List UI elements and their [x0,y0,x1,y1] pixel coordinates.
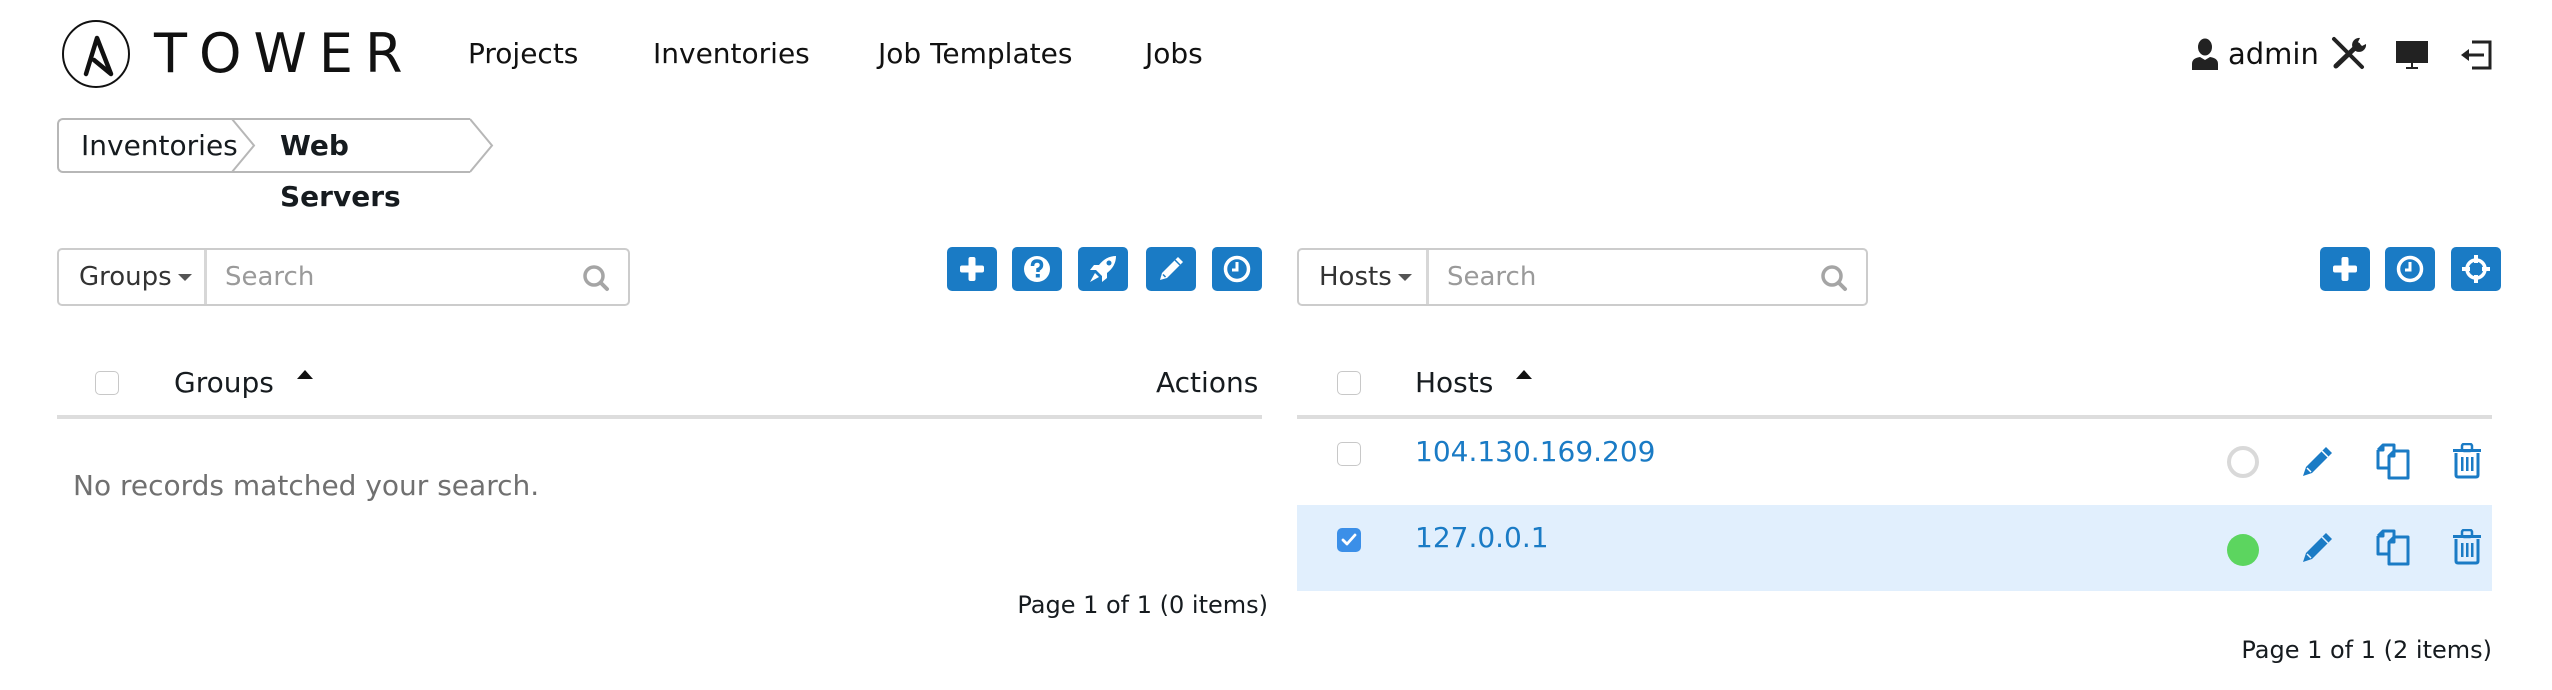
hosts-pagination: Page 1 of 1 (2 items) [2241,636,2492,664]
host-name-link[interactable]: 127.0.0.1 [1415,518,1549,558]
host-row-checkbox-checked[interactable] [1337,528,1361,552]
add-group-button[interactable] [947,247,997,291]
hosts-column-header[interactable]: Hosts [1415,363,1493,403]
wrench-screwdriver-icon[interactable] [2330,36,2368,74]
host-row: 104.130.169.209 [1297,419,2492,505]
breadcrumb-inventories[interactable]: Inventories [57,118,252,173]
clock-icon [2396,255,2424,283]
checkmark-icon [1341,533,1357,546]
host-row-checkbox[interactable] [1337,442,1361,466]
search-icon[interactable] [1820,264,1848,296]
breadcrumb-web-servers: Web Servers [252,118,470,213]
logo-icon[interactable] [62,20,130,88]
crosshairs-icon [2462,255,2490,283]
delete-host-icon[interactable] [2452,528,2482,569]
edit-group-button[interactable] [1146,247,1196,291]
nav-jobs[interactable]: Jobs [1145,34,1203,74]
groups-search-bar: Groups [57,248,630,306]
nav-projects[interactable]: Projects [468,34,578,74]
hosts-search-bar: Hosts [1297,248,1868,306]
groups-empty-message: No records matched your search. [73,469,540,502]
copy-host-icon[interactable] [2374,442,2412,484]
groups-search-input[interactable] [207,250,628,304]
plus-icon [2333,257,2357,281]
sort-ascending-icon[interactable] [297,370,313,379]
groups-pagination: Page 1 of 1 (0 items) [1017,591,1268,619]
plus-icon [960,257,984,281]
hosts-dropdown-label: Hosts [1319,262,1392,292]
user-icon[interactable] [2190,38,2220,74]
host-status-inactive-icon [2227,446,2259,478]
schedule-host-button[interactable] [2385,247,2435,291]
run-commands-button[interactable] [1078,247,1128,291]
chevron-down-icon [1397,274,1412,281]
groups-dropdown-label: Groups [79,262,172,292]
nav-inventories[interactable]: Inventories [653,34,810,74]
copy-host-icon[interactable] [2374,528,2412,570]
groups-column-header[interactable]: Groups [174,363,274,403]
pencil-icon [1160,257,1183,280]
add-host-button[interactable] [2320,247,2370,291]
brand-name: TOWER [154,22,415,85]
question-icon [1024,256,1050,282]
groups-search-dropdown[interactable]: Groups [59,250,207,304]
monitor-icon[interactable] [2395,40,2429,74]
search-icon[interactable] [582,264,610,296]
edit-host-icon[interactable] [2300,445,2334,483]
clock-icon [1223,255,1251,283]
hosts-search-input[interactable] [1429,250,1866,304]
breadcrumb-end-arrow [470,118,494,173]
edit-host-icon[interactable] [2300,531,2334,569]
logout-icon[interactable] [2460,40,2494,74]
sort-ascending-icon[interactable] [1516,370,1532,379]
hosts-search-dropdown[interactable]: Hosts [1299,250,1429,304]
schedule-group-button[interactable] [1212,247,1262,291]
delete-host-icon[interactable] [2452,442,2482,483]
actions-column-header: Actions [1156,366,1259,399]
rocket-icon [1090,256,1116,282]
select-all-hosts-checkbox[interactable] [1337,371,1361,395]
host-status-active-icon [2227,534,2259,566]
system-tracking-button[interactable] [2451,247,2501,291]
help-button[interactable] [1012,247,1062,291]
breadcrumb-separator [231,118,256,173]
host-name-link[interactable]: 104.130.169.209 [1415,432,1655,472]
nav-job-templates[interactable]: Job Templates [878,34,1072,74]
groups-header-divider [57,415,1262,419]
current-user[interactable]: admin [2228,34,2319,74]
host-row-selected: 127.0.0.1 [1297,505,2492,591]
select-all-groups-checkbox[interactable] [95,371,119,395]
chevron-down-icon [177,274,192,281]
